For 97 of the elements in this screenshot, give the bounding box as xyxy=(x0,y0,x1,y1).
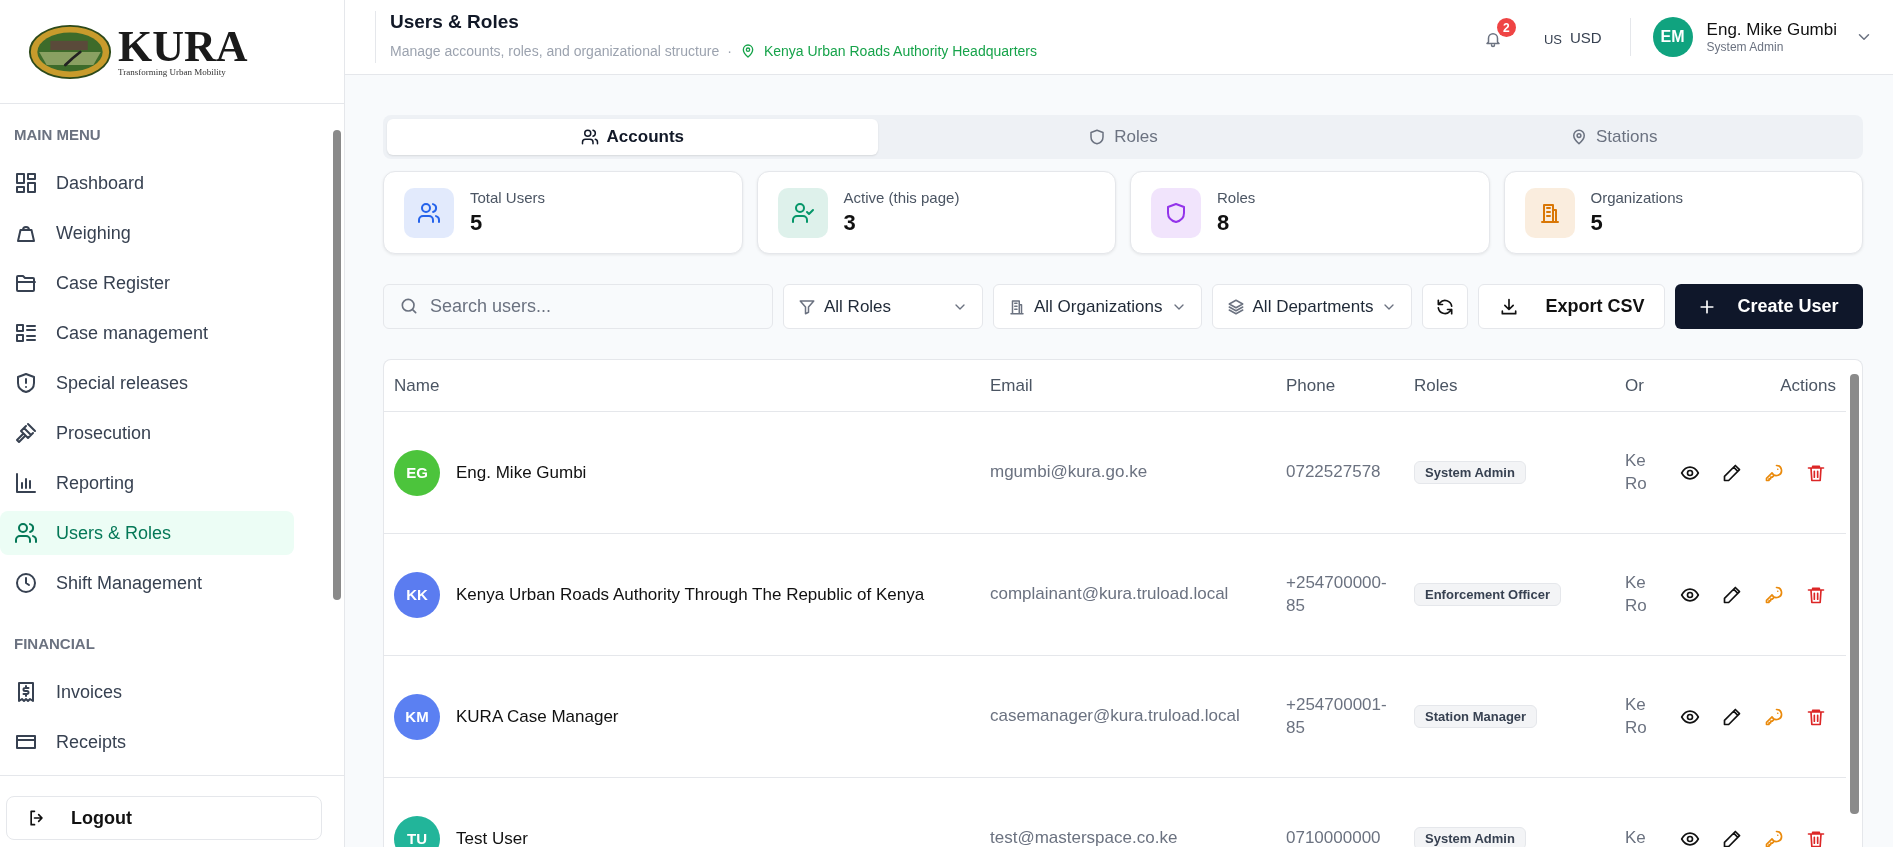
role-tag: Station Manager xyxy=(1414,705,1538,728)
tab[interactable]: Roles xyxy=(877,119,1369,155)
logo-title: KURA xyxy=(118,26,248,67)
key-icon xyxy=(1764,706,1784,727)
sidebar-item[interactable]: Invoices xyxy=(0,670,294,714)
section-label: MAIN MENU xyxy=(13,126,102,143)
user-avatar: TU xyxy=(394,815,440,847)
filter-dropdown[interactable]: All Departments xyxy=(1211,284,1413,329)
key-icon xyxy=(1764,462,1784,483)
separator-dot: · xyxy=(727,43,732,59)
table-cell-text: complainant@kura.truload.local xyxy=(990,583,1230,606)
filter-dropdown[interactable]: All Roles xyxy=(783,284,983,329)
user-avatar: KM xyxy=(394,693,440,740)
notifications-button[interactable]: 2 xyxy=(1479,18,1516,50)
stat-value: 8 xyxy=(1217,210,1231,236)
sidebar-item[interactable]: Prosecution xyxy=(0,411,294,455)
refresh-button[interactable] xyxy=(1422,284,1469,329)
filter-dropdown[interactable]: All Organizations xyxy=(993,284,1202,329)
sidebar-item[interactable]: Weighing xyxy=(0,211,294,255)
shield-icon xyxy=(1088,128,1107,146)
table-cell-text: Ke xyxy=(1625,827,1647,847)
table-cell-text: +254700000-85 xyxy=(1286,572,1388,617)
column-header: Email xyxy=(990,375,1034,396)
table-cell: Test User xyxy=(456,828,528,847)
user-avatar: EG xyxy=(394,449,440,496)
table-cell-text: test@masterspace.co.ke xyxy=(990,827,1179,847)
filter-icon xyxy=(798,297,816,316)
building-icon xyxy=(1008,297,1026,316)
shield-alert-icon xyxy=(14,371,38,395)
sidebar-item[interactable]: Users & Roles xyxy=(0,511,294,555)
key-icon xyxy=(1764,584,1784,605)
pencil-icon xyxy=(1722,706,1742,727)
search-field[interactable]: Search users... xyxy=(383,284,773,329)
search-icon xyxy=(399,296,419,316)
sidebar-item[interactable]: Receipts xyxy=(0,720,294,764)
users-icon xyxy=(580,128,599,146)
table-cell: Kenya Urban Roads Authority Through The Republic of Kenya xyxy=(456,584,925,605)
grid-icon xyxy=(14,171,38,195)
table-cell-text: casemanager@kura.truload.local xyxy=(990,705,1241,728)
stat-value: 5 xyxy=(470,210,484,236)
create-user-button[interactable]: Create User xyxy=(1675,284,1863,329)
stat-value: 5 xyxy=(1590,210,1604,236)
pencil-icon xyxy=(1722,462,1742,483)
logout-button[interactable]: Logout xyxy=(6,796,322,840)
download-icon xyxy=(1499,296,1520,317)
table-cell-text: Ke Ro xyxy=(1625,572,1648,617)
table-cell-text: 0710000000 xyxy=(1286,827,1382,847)
tab[interactable]: Stations xyxy=(1368,119,1859,155)
sidebar-item[interactable]: Dashboard xyxy=(0,161,294,205)
stat-label: Roles xyxy=(1217,189,1256,206)
table-cell-text: +254700001-85 xyxy=(1286,694,1388,739)
sidebar-item[interactable]: Reporting xyxy=(0,461,294,505)
sidebar-item[interactable]: Case Register xyxy=(0,261,294,305)
user-name: Eng. Mike Gumbi xyxy=(1706,20,1837,40)
section-label: FINANCIAL xyxy=(13,635,96,652)
stat-label: Active (this page) xyxy=(843,189,960,206)
table-cell: Eng. Mike Gumbi xyxy=(456,462,587,483)
clock-icon xyxy=(14,571,38,595)
user-role: System Admin xyxy=(1706,40,1785,54)
currency-region: US xyxy=(1543,31,1562,47)
location-label: Kenya Urban Roads Authority Headquarters xyxy=(763,43,1038,59)
users-icon xyxy=(14,521,38,545)
table-cell: KURA Case Manager xyxy=(456,706,619,727)
table-cell-text: Ke Ro xyxy=(1625,694,1648,739)
gavel-icon xyxy=(14,421,38,445)
key-icon xyxy=(1764,828,1784,847)
export-button[interactable]: Export CSV xyxy=(1478,284,1666,329)
page-title: Users & Roles xyxy=(390,11,520,33)
bar-chart-icon xyxy=(14,471,38,495)
sidebar-item[interactable]: Shift Management xyxy=(0,561,294,605)
column-header: Phone xyxy=(1286,375,1337,396)
table-cell-text: Ke Ro xyxy=(1625,450,1648,495)
column-header: Actions xyxy=(1779,375,1837,396)
stat-label: Organizations xyxy=(1590,189,1684,206)
stat-label: Total Users xyxy=(470,189,546,206)
sidebar-item[interactable]: Case management xyxy=(0,311,294,355)
pencil-icon xyxy=(1722,828,1742,847)
sidebar-item[interactable]: Special releases xyxy=(0,361,294,405)
layers-icon xyxy=(1226,297,1245,316)
notification-count: 2 xyxy=(1496,18,1516,37)
page-subtitle: Manage accounts, roles, and organizational structure xyxy=(390,43,720,59)
role-tag: System Admin xyxy=(1414,461,1526,484)
role-tag: System Admin xyxy=(1414,827,1526,847)
table-cell-text: 0722527578 xyxy=(1286,461,1382,484)
column-header: Name xyxy=(394,375,441,396)
currency-label: USD xyxy=(1569,28,1602,46)
tab[interactable]: Accounts xyxy=(387,119,878,155)
role-tag: Enforcement Officer xyxy=(1414,583,1561,606)
table-cell-text: mgumbi@kura.go.ke xyxy=(990,461,1149,484)
user-avatar: KK xyxy=(394,571,440,618)
logo-tagline: Transforming Urban Mobility xyxy=(118,66,227,77)
pencil-icon xyxy=(1722,584,1742,605)
list-icon xyxy=(14,321,38,345)
bell-icon xyxy=(1483,30,1502,48)
column-header: Roles xyxy=(1414,375,1459,396)
stat-value: 3 xyxy=(843,210,857,236)
column-header: Or xyxy=(1625,375,1645,396)
